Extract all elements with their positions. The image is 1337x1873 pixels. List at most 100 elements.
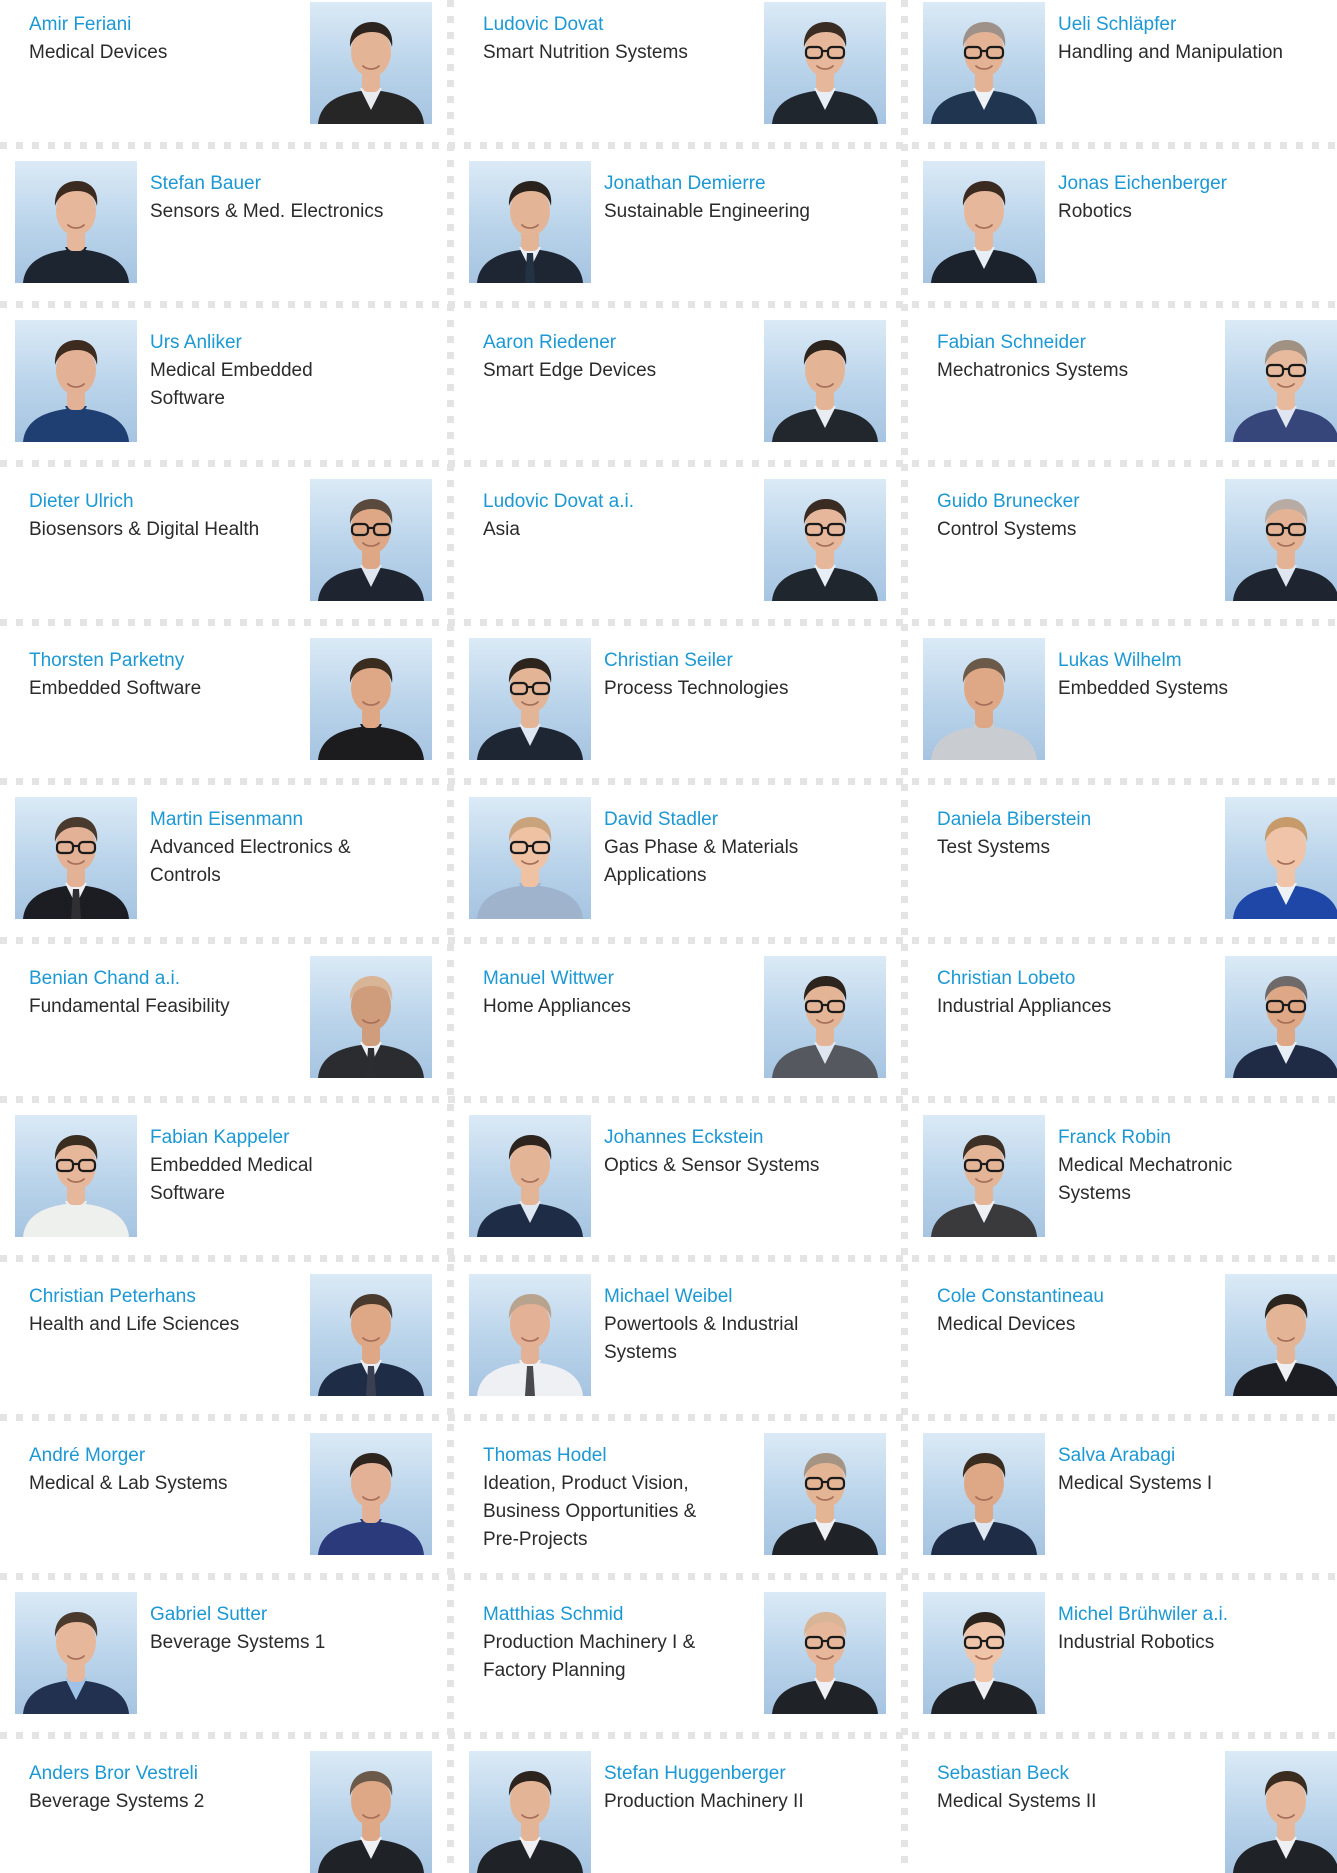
member-name[interactable]: Fabian Kappeler <box>150 1124 442 1152</box>
member-name[interactable]: André Morger <box>29 1442 297 1470</box>
team-member-card[interactable]: Christian Seiler Process Technologies <box>469 638 886 760</box>
member-name[interactable]: Daniela Biberstein <box>937 806 1205 834</box>
portrait-photo <box>469 797 591 919</box>
member-name[interactable]: Ludovic Dovat a.i. <box>483 488 751 516</box>
member-role: Ideation, Product Vision, Business Oppor… <box>483 1473 697 1550</box>
member-name[interactable]: Salva Arabagi <box>1058 1442 1337 1470</box>
team-member-card[interactable]: Christian Peterhans Health and Life Scien… <box>15 1274 432 1396</box>
member-name[interactable]: Dieter Ulrich <box>29 488 297 516</box>
row-divider <box>0 1414 1337 1421</box>
member-text-block: Fabian Schneider Mechatronics Systems <box>937 329 1205 385</box>
member-name[interactable]: Thomas Hodel <box>483 1442 751 1470</box>
member-role: Production Machinery I & Factory Plannin… <box>483 1632 696 1681</box>
member-name[interactable]: Manuel Wittwer <box>483 965 751 993</box>
team-member-card[interactable]: Thomas Hodel Ideation, Product Vision, Bu… <box>469 1433 886 1555</box>
team-member-card[interactable]: Jonas Eichenberger Robotics <box>923 161 1337 283</box>
team-member-card[interactable]: Michael Weibel Powertools & Industrial Sy… <box>469 1274 886 1396</box>
team-member-card[interactable]: Aaron Riedener Smart Edge Devices <box>469 320 886 442</box>
member-text-block: Ueli Schläpfer Handling and Manipulation <box>1058 11 1337 67</box>
member-name[interactable]: Johannes Eckstein <box>604 1124 896 1152</box>
team-member-card[interactable]: Ludovic Dovat a.i. Asia <box>469 479 886 601</box>
member-name[interactable]: Franck Robin <box>1058 1124 1337 1152</box>
team-member-card[interactable]: Ueli Schläpfer Handling and Manipulation <box>923 2 1337 124</box>
portrait-photo <box>923 1592 1045 1714</box>
member-name[interactable]: Benian Chand a.i. <box>29 965 297 993</box>
team-member-card[interactable]: Urs Anliker Medical Embedded Software <box>15 320 432 442</box>
member-role: Medical Systems II <box>937 1791 1097 1812</box>
member-role: Medical Systems I <box>1058 1473 1213 1494</box>
team-member-card[interactable]: Sebastian Beck Medical Systems II <box>923 1751 1337 1873</box>
member-name[interactable]: Ueli Schläpfer <box>1058 11 1337 39</box>
member-name[interactable]: Christian Lobeto <box>937 965 1205 993</box>
team-member-card[interactable]: Fabian Schneider Mechatronics Systems <box>923 320 1337 442</box>
team-member-card[interactable]: Salva Arabagi Medical Systems I <box>923 1433 1337 1555</box>
member-name[interactable]: Christian Peterhans <box>29 1283 297 1311</box>
team-member-card[interactable]: Anders Bror Vestreli Beverage Systems 2 <box>15 1751 432 1873</box>
member-name[interactable]: Michel Brühwiler a.i. <box>1058 1601 1337 1629</box>
team-member-card[interactable]: Daniela Biberstein Test Systems <box>923 797 1337 919</box>
portrait-photo <box>310 2 432 124</box>
member-role: Sustainable Engineering <box>604 201 810 222</box>
member-name[interactable]: David Stadler <box>604 806 896 834</box>
member-name[interactable]: Thorsten Parketny <box>29 647 297 675</box>
portrait-photo <box>764 1433 886 1555</box>
member-name[interactable]: Jonathan Demierre <box>604 170 896 198</box>
team-member-card[interactable]: Gabriel Sutter Beverage Systems 1 <box>15 1592 432 1714</box>
team-member-card[interactable]: Jonathan Demierre Sustainable Engineering <box>469 161 886 283</box>
team-member-card[interactable]: Michel Brühwiler a.i. Industrial Robotics <box>923 1592 1337 1714</box>
team-member-card[interactable]: Amir Feriani Medical Devices <box>15 2 432 124</box>
portrait-photo <box>310 1274 432 1396</box>
member-role: Process Technologies <box>604 678 789 699</box>
member-text-block: André Morger Medical & Lab Systems <box>29 1442 297 1498</box>
member-text-block: Christian Peterhans Health and Life Scien… <box>29 1283 297 1339</box>
team-member-card[interactable]: Manuel Wittwer Home Appliances <box>469 956 886 1078</box>
team-member-card[interactable]: André Morger Medical & Lab Systems <box>15 1433 432 1555</box>
member-name[interactable]: Ludovic Dovat <box>483 11 751 39</box>
member-name[interactable]: Anders Bror Vestreli <box>29 1760 297 1788</box>
team-member-card[interactable]: Ludovic Dovat Smart Nutrition Systems <box>469 2 886 124</box>
team-member-card[interactable]: Fabian Kappeler Embedded Medical Software <box>15 1115 432 1237</box>
team-member-card[interactable]: Dieter Ulrich Biosensors & Digital Health <box>15 479 432 601</box>
member-text-block: Thomas Hodel Ideation, Product Vision, Bu… <box>483 1442 751 1554</box>
team-member-card[interactable]: Benian Chand a.i. Fundamental Feasibility <box>15 956 432 1078</box>
member-name[interactable]: Matthias Schmid <box>483 1601 751 1629</box>
team-member-card[interactable]: Guido Brunecker Control Systems <box>923 479 1337 601</box>
portrait-photo <box>310 638 432 760</box>
member-role: Biosensors & Digital Health <box>29 519 260 540</box>
member-name[interactable]: Martin Eisenmann <box>150 806 442 834</box>
member-text-block: Thorsten Parketny Embedded Software <box>29 647 297 703</box>
member-name[interactable]: Michael Weibel <box>604 1283 896 1311</box>
member-name[interactable]: Stefan Bauer <box>150 170 442 198</box>
team-member-card[interactable]: Christian Lobeto Industrial Appliances <box>923 956 1337 1078</box>
member-name[interactable]: Urs Anliker <box>150 329 442 357</box>
portrait-photo <box>1225 1751 1337 1873</box>
portrait-photo <box>764 2 886 124</box>
row-divider <box>0 619 1337 626</box>
team-member-card[interactable]: Franck Robin Medical Mechatronic Systems <box>923 1115 1337 1237</box>
member-name[interactable]: Lukas Wilhelm <box>1058 647 1337 675</box>
portrait-photo <box>1225 1274 1337 1396</box>
member-text-block: Michel Brühwiler a.i. Industrial Robotics <box>1058 1601 1337 1657</box>
team-member-card[interactable]: David Stadler Gas Phase & Materials Appli… <box>469 797 886 919</box>
team-member-card[interactable]: Stefan Bauer Sensors & Med. Electronics <box>15 161 432 283</box>
member-text-block: Guido Brunecker Control Systems <box>937 488 1205 544</box>
member-name[interactable]: Fabian Schneider <box>937 329 1205 357</box>
team-member-card[interactable]: Lukas Wilhelm Embedded Systems <box>923 638 1337 760</box>
member-name[interactable]: Guido Brunecker <box>937 488 1205 516</box>
member-name[interactable]: Gabriel Sutter <box>150 1601 442 1629</box>
team-member-card[interactable]: Martin Eisenmann Advanced Electronics & C… <box>15 797 432 919</box>
team-member-card[interactable]: Johannes Eckstein Optics & Sensor Systems <box>469 1115 886 1237</box>
member-name[interactable]: Christian Seiler <box>604 647 896 675</box>
team-member-card[interactable]: Cole Constantineau Medical Devices <box>923 1274 1337 1396</box>
portrait-photo <box>923 638 1045 760</box>
member-name[interactable]: Jonas Eichenberger <box>1058 170 1337 198</box>
portrait-photo <box>15 1115 137 1237</box>
team-member-card[interactable]: Stefan Huggenberger Production Machinery … <box>469 1751 886 1873</box>
team-member-card[interactable]: Thorsten Parketny Embedded Software <box>15 638 432 760</box>
member-name[interactable]: Amir Feriani <box>29 11 297 39</box>
member-name[interactable]: Sebastian Beck <box>937 1760 1205 1788</box>
member-name[interactable]: Stefan Huggenberger <box>604 1760 896 1788</box>
member-name[interactable]: Cole Constantineau <box>937 1283 1205 1311</box>
team-member-card[interactable]: Matthias Schmid Production Machinery I & … <box>469 1592 886 1714</box>
member-name[interactable]: Aaron Riedener <box>483 329 751 357</box>
